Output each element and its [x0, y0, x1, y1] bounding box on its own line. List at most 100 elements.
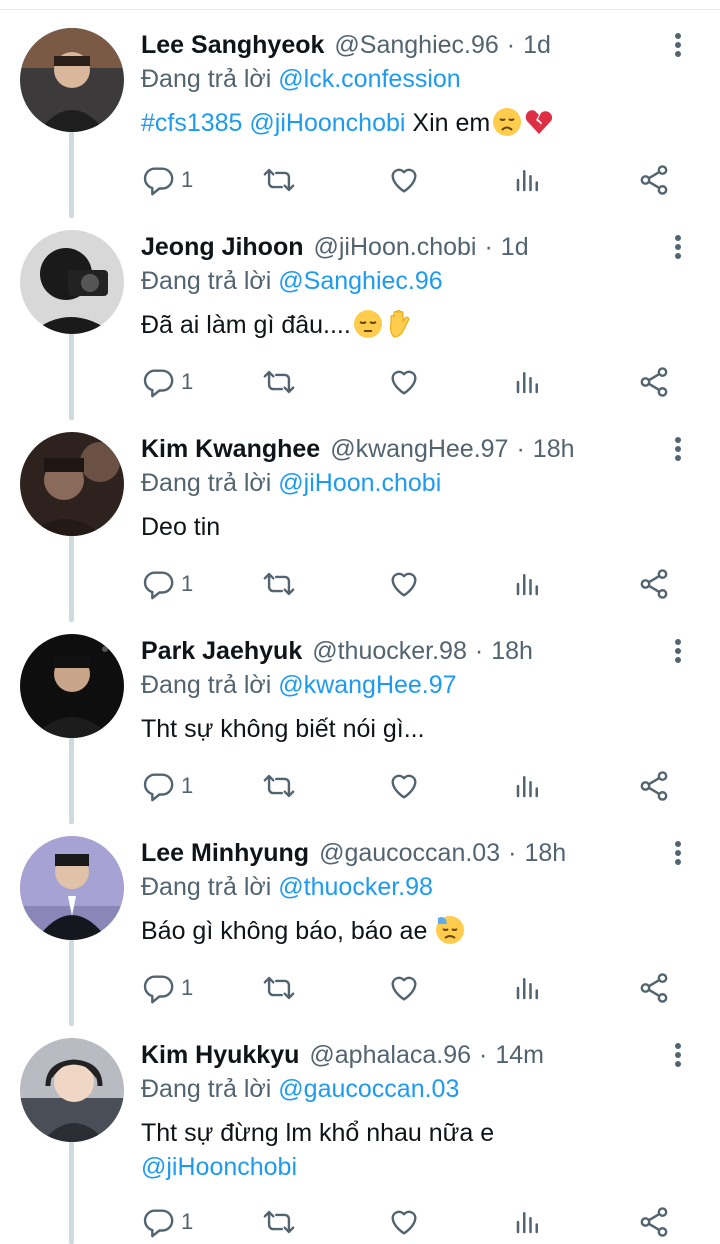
like-button[interactable] [387, 564, 421, 604]
timestamp[interactable]: 1d [523, 28, 551, 62]
timestamp[interactable]: 18h [524, 836, 566, 870]
tweet[interactable]: Lee Minhyung @gaucoccan.03 · 18h Đang tr… [0, 836, 720, 1038]
reply-button[interactable]: 1 [141, 766, 193, 806]
timestamp[interactable]: 1d [501, 230, 529, 264]
share-button[interactable] [637, 1202, 671, 1242]
share-button[interactable] [637, 160, 671, 200]
retweet-button[interactable] [261, 564, 297, 604]
display-name[interactable]: Kim Hyukkyu [141, 1038, 299, 1072]
avatar[interactable] [20, 28, 124, 132]
tweet-text: Deo tin [141, 510, 681, 544]
more-icon[interactable] [668, 30, 688, 60]
retweet-icon [263, 774, 295, 798]
replying-to: Đang trả lời @kwangHee.97 [141, 668, 457, 702]
tweet-text: #cfs1385 @jiHoonchobi Xin em [141, 106, 681, 140]
reply-mention-link[interactable]: @lck.confession [278, 65, 460, 93]
replying-to: Đang trả lời @lck.confession [141, 62, 461, 96]
replying-to: Đang trả lời @gaucoccan.03 [141, 1072, 459, 1106]
display-name[interactable]: Kim Kwanghee [141, 432, 320, 466]
more-icon[interactable] [668, 434, 688, 464]
timestamp[interactable]: 18h [533, 432, 575, 466]
more-icon[interactable] [668, 1040, 688, 1070]
mention-link[interactable]: @jiHoonchobi [249, 109, 405, 137]
analytics-button[interactable] [513, 564, 543, 604]
tweet-text: Tht sự đừng lm khổ nhau nữa e @jiHooncho… [141, 1116, 681, 1184]
user-handle[interactable]: @jiHoon.chobi [314, 230, 477, 264]
avatar[interactable] [20, 230, 124, 334]
reply-mention-link[interactable]: @Sanghiec.96 [278, 267, 442, 295]
pensive-face-emoji [353, 310, 382, 338]
reply-button[interactable]: 1 [141, 564, 193, 604]
reply-count: 1 [181, 773, 194, 798]
separator-dot: · [506, 31, 516, 59]
reply-mention-link[interactable]: @kwangHee.97 [278, 671, 456, 699]
retweet-button[interactable] [261, 160, 297, 200]
timestamp[interactable]: 14m [495, 1038, 544, 1072]
analytics-button[interactable] [513, 968, 543, 1008]
downcast-face-with-sweat-emoji [436, 916, 465, 944]
separator-dot: · [474, 637, 484, 665]
tweet[interactable]: Lee Sanghyeok @Sanghiec.96 · 1d Đang trả… [0, 28, 720, 230]
reply-button[interactable]: 1 [141, 362, 193, 402]
mention-link[interactable]: @jiHoonchobi [141, 1150, 681, 1184]
like-icon [391, 572, 417, 597]
avatar[interactable] [20, 1038, 124, 1142]
display-name[interactable]: Lee Minhyung [141, 836, 309, 870]
retweet-button[interactable] [261, 766, 297, 806]
display-name[interactable]: Park Jaehyuk [141, 634, 302, 668]
tweet[interactable]: Park Jaehyuk @thuocker.98 · 18h Đang trả… [0, 634, 720, 836]
display-name[interactable]: Lee Sanghyeok [141, 28, 324, 62]
avatar[interactable] [20, 432, 124, 536]
reply-icon [143, 773, 174, 802]
analytics-button[interactable] [513, 362, 543, 402]
tweet-text-body: Deo tin [141, 513, 221, 541]
analytics-button[interactable] [513, 766, 543, 806]
reply-button[interactable]: 1 [141, 1202, 193, 1242]
tweet[interactable]: Kim Hyukkyu @aphalaca.96 · 14m Đang trả … [0, 1038, 720, 1244]
retweet-button[interactable] [261, 1202, 297, 1242]
share-icon [640, 973, 668, 1003]
tweet[interactable]: Kim Kwanghee @kwangHee.97 · 18h Đang trả… [0, 432, 720, 634]
reply-button[interactable]: 1 [141, 160, 193, 200]
share-button[interactable] [637, 362, 671, 402]
reply-count: 1 [181, 167, 194, 192]
more-icon[interactable] [668, 232, 688, 262]
user-handle[interactable]: @thuocker.98 [312, 634, 467, 668]
retweet-button[interactable] [261, 362, 297, 402]
share-button[interactable] [637, 766, 671, 806]
separator-dot: · [516, 435, 525, 463]
retweet-button[interactable] [261, 968, 297, 1008]
analytics-icon [516, 978, 538, 1000]
tweet-text: Tht sự không biết nói gì... [141, 712, 681, 746]
share-button[interactable] [637, 564, 671, 604]
more-icon[interactable] [668, 636, 688, 666]
avatar[interactable] [20, 836, 124, 940]
display-name[interactable]: Jeong Jihoon [141, 230, 304, 264]
tweet[interactable]: Jeong Jihoon @jiHoon.chobi · 1d Đang trả… [0, 230, 720, 432]
reply-count: 1 [181, 369, 194, 394]
share-icon [640, 569, 668, 599]
avatar[interactable] [20, 634, 124, 738]
retweet-icon [263, 572, 295, 596]
reply-button[interactable]: 1 [141, 968, 193, 1008]
like-button[interactable] [387, 160, 421, 200]
reply-mention-link[interactable]: @jiHoon.chobi [278, 469, 441, 497]
user-handle[interactable]: @kwangHee.97 [330, 432, 508, 466]
like-button[interactable] [387, 968, 421, 1008]
user-handle[interactable]: @Sanghiec.96 [334, 28, 498, 62]
replying-to-label: Đang trả lời [141, 267, 272, 295]
like-button[interactable] [387, 362, 421, 402]
timestamp[interactable]: 18h [491, 634, 533, 668]
user-handle[interactable]: @aphalaca.96 [309, 1038, 471, 1072]
more-icon[interactable] [668, 838, 688, 868]
hashtag-link[interactable]: #cfs1385 [141, 109, 242, 137]
user-handle[interactable]: @gaucoccan.03 [319, 836, 500, 870]
like-button[interactable] [387, 1202, 421, 1242]
reply-mention-link[interactable]: @thuocker.98 [278, 873, 433, 901]
share-button[interactable] [637, 968, 671, 1008]
like-button[interactable] [387, 766, 421, 806]
analytics-button[interactable] [513, 1202, 543, 1242]
reply-mention-link[interactable]: @gaucoccan.03 [278, 1075, 459, 1103]
replying-to-label: Đang trả lời [141, 671, 272, 699]
analytics-button[interactable] [513, 160, 543, 200]
